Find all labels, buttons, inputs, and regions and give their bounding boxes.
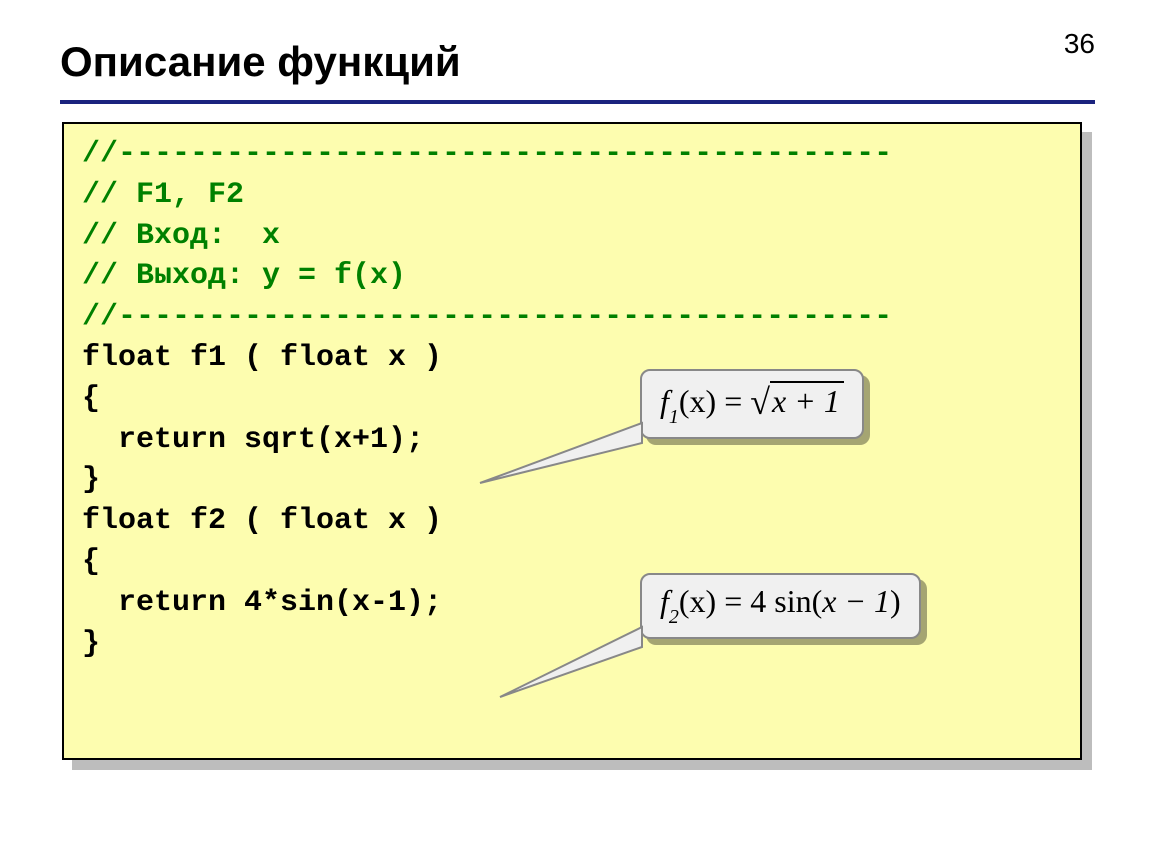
slide: 36 Описание функций //------------------… <box>0 0 1150 864</box>
code-comment-line: // F1, F2 <box>82 178 244 212</box>
page-number: 36 <box>1064 28 1095 60</box>
code-line: } <box>82 627 100 661</box>
code-comment-line: //--------------------------------------… <box>82 137 892 171</box>
code-line: { <box>82 382 100 416</box>
code-line: return sqrt(x+1); <box>82 423 424 457</box>
code-line: float f1 ( float x ) <box>82 341 442 375</box>
code-comment-line: // Вход: x <box>82 219 280 253</box>
code-comment-line: // Выход: y = f(x) <box>82 259 406 293</box>
code-line: } <box>82 463 100 497</box>
title-underline <box>60 100 1095 104</box>
formula-callout-2: f2(x) = 4 sin(x − 1) <box>640 573 921 639</box>
code-line: return 4*sin(x-1); <box>82 586 442 620</box>
callout-pointer-icon <box>640 603 810 703</box>
slide-title: Описание функций <box>60 38 461 86</box>
code-comment-line: //--------------------------------------… <box>82 300 892 334</box>
code-line: { <box>82 545 100 579</box>
code-line: float f2 ( float x ) <box>82 504 442 538</box>
formula-callout-1: f1(x) = √x + 1 <box>640 369 864 439</box>
